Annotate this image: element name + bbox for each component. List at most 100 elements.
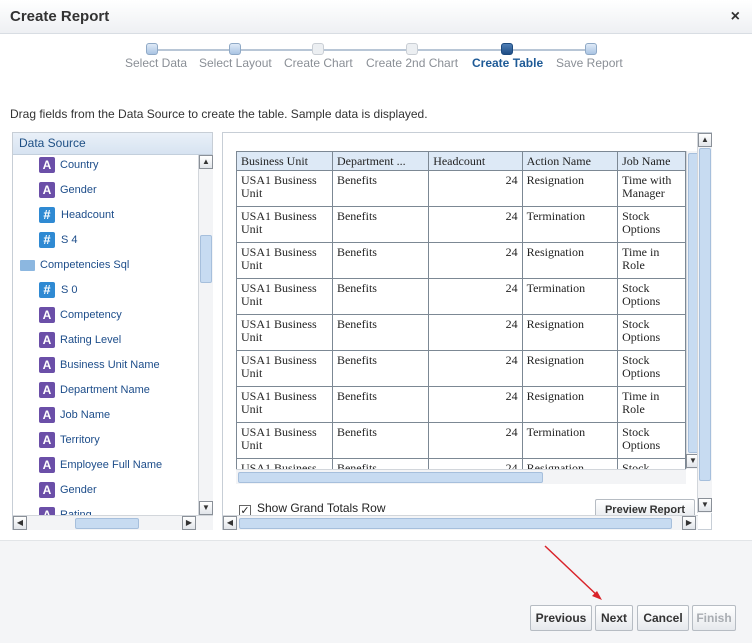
cancel-button[interactable]: Cancel <box>637 605 689 631</box>
train-line <box>152 49 592 51</box>
panel-vscroll[interactable]: ▲ ▼ <box>697 133 712 513</box>
instructions-text: Drag fields from the Data Source to crea… <box>10 107 428 121</box>
panel-hscroll[interactable]: ◀ ▶ <box>223 515 698 530</box>
sample-table: Business Unit Department ... Headcount Acti… <box>236 151 686 469</box>
table-cell: Stock Options <box>617 422 686 459</box>
table-cell: Stock Options <box>617 278 686 315</box>
scroll-right-icon[interactable]: ▶ <box>682 516 696 530</box>
table-cell: 24 <box>428 314 523 351</box>
data-source-item-label: Competencies Sql <box>40 259 130 271</box>
number-field-icon: # <box>39 232 55 248</box>
previous-button[interactable]: Previous <box>530 605 592 631</box>
table-cell: 24 <box>428 386 523 423</box>
table-row: USA1 Business Unit Benefits 24 Resignation T… <box>236 386 686 423</box>
table-cell: USA1 Business Unit <box>236 314 333 351</box>
data-source-item-label: S 0 <box>61 284 78 296</box>
column-header[interactable]: Headcount <box>428 151 523 171</box>
data-source-hscroll[interactable]: ◀ ▶ <box>13 515 213 530</box>
table-row: USA1 Business Unit Benefits 24 Resignation T… <box>236 170 686 207</box>
table-cell: Benefits <box>331 386 430 423</box>
data-source-header: Data Source <box>13 133 212 155</box>
data-source-item-label: Employee Full Name <box>60 459 163 471</box>
table-cell: USA1 Business Unit <box>236 422 333 459</box>
table-hscroll[interactable] <box>236 469 686 484</box>
table-row: USA1 Business UnitBenefits24ResignationS… <box>236 314 686 351</box>
number-field-icon: # <box>39 207 55 223</box>
scroll-left-icon[interactable]: ◀ <box>13 516 27 530</box>
table-cell: Stock Options <box>617 314 686 351</box>
scroll-up-icon[interactable]: ▲ <box>698 133 712 147</box>
table-cell: 24 <box>428 206 523 243</box>
table-cell: Benefits <box>331 458 430 469</box>
table-cell: USA1 Business Unit <box>236 458 333 469</box>
dialog-title: Create Report <box>10 8 110 25</box>
table-row: USA1 Business Unit Benefits 24 Termination S… <box>236 206 686 243</box>
table-cell: 24 <box>428 242 523 279</box>
table-cell: Time with Manager <box>617 170 686 207</box>
data-source-item-label: Competency <box>60 309 122 321</box>
table-cell: Resignation <box>521 386 619 423</box>
text-field-icon: A <box>39 407 55 423</box>
scroll-up-icon[interactable]: ▲ <box>199 155 213 169</box>
column-header[interactable]: Business Unit <box>236 151 333 171</box>
table-cell: USA1 Business Unit <box>236 350 333 387</box>
table-cell: 24 <box>428 458 523 469</box>
dialog-titlebar: Create Report × <box>0 0 752 34</box>
scroll-down-icon[interactable]: ▼ <box>199 501 213 515</box>
number-field-icon: # <box>39 282 55 298</box>
column-header[interactable]: Department ... <box>331 151 430 171</box>
scroll-down-icon[interactable]: ▼ <box>698 498 712 512</box>
table-cell: Benefits <box>331 350 430 387</box>
table-cell: Termination <box>521 206 619 243</box>
text-field-icon: A <box>39 332 55 348</box>
scroll-thumb[interactable] <box>239 518 672 529</box>
finish-button: Finish <box>692 605 736 631</box>
text-field-icon: A <box>39 457 55 473</box>
table-cell: 24 <box>428 278 523 315</box>
table-cell: Stock Options <box>617 206 686 243</box>
data-source-vscroll[interactable]: ▲ ▼ <box>198 155 213 515</box>
scroll-right-icon[interactable]: ▶ <box>182 516 196 530</box>
table-cell: Benefits <box>331 278 430 315</box>
table-cell: Termination <box>521 278 619 315</box>
column-header[interactable]: Job Name <box>617 151 686 171</box>
table-panel: Business Unit Department ... Headcount Acti… <box>222 132 712 530</box>
scroll-thumb[interactable] <box>699 148 711 481</box>
text-field-icon: A <box>39 357 55 373</box>
scroll-thumb[interactable] <box>75 518 139 529</box>
text-field-icon: A <box>39 382 55 398</box>
text-field-icon: A <box>39 482 55 498</box>
scroll-thumb[interactable] <box>200 235 212 283</box>
table-cell: Benefits <box>331 314 430 351</box>
data-source-panel: Data Source A Country A Gender # Headcount # S … <box>12 132 213 530</box>
text-field-icon: A <box>39 432 55 448</box>
table-cell: Time in Role <box>617 386 686 423</box>
text-field-icon: A <box>39 182 55 198</box>
data-source-item-label: S 4 <box>61 234 78 246</box>
data-source-item-label: Job Name <box>60 409 111 421</box>
column-header[interactable]: Action Name <box>521 151 619 171</box>
table-cell: 24 <box>428 422 523 459</box>
table-cell: Benefits <box>331 170 430 207</box>
table-row: USA1 Business UnitBenefits24ResignationS… <box>236 350 686 387</box>
data-source-item-label: Territory <box>60 434 100 446</box>
table-cell: Time in Role <box>617 242 686 279</box>
scroll-thumb[interactable] <box>238 472 543 483</box>
table-cell: 24 <box>428 350 523 387</box>
table-row: USA1 Business Unit Benefits 24 Termination S… <box>236 278 686 315</box>
table-cell: USA1 Business Unit <box>236 170 333 207</box>
data-source-item-label: Business Unit Name <box>60 359 160 371</box>
table-cell: Resignation <box>521 242 619 279</box>
table-cell: Benefits <box>331 242 430 279</box>
scroll-left-icon[interactable]: ◀ <box>223 516 237 530</box>
close-icon[interactable]: × <box>731 8 740 26</box>
table-cell: Resignation <box>521 350 619 387</box>
table-cell: USA1 Business Unit <box>236 242 333 279</box>
data-source-item-label: Gender <box>60 484 97 496</box>
table-row: USA1 Business Unit Benefits 24 Termination S… <box>236 422 686 459</box>
show-totals-label: Show Grand Totals Row <box>257 501 386 515</box>
next-button[interactable]: Next <box>595 605 633 631</box>
table-cell: Resignation <box>521 314 619 351</box>
table-cell: USA1 Business Unit <box>236 206 333 243</box>
train-stepper: Select Data Select Layout Create Chart C… <box>0 36 752 82</box>
